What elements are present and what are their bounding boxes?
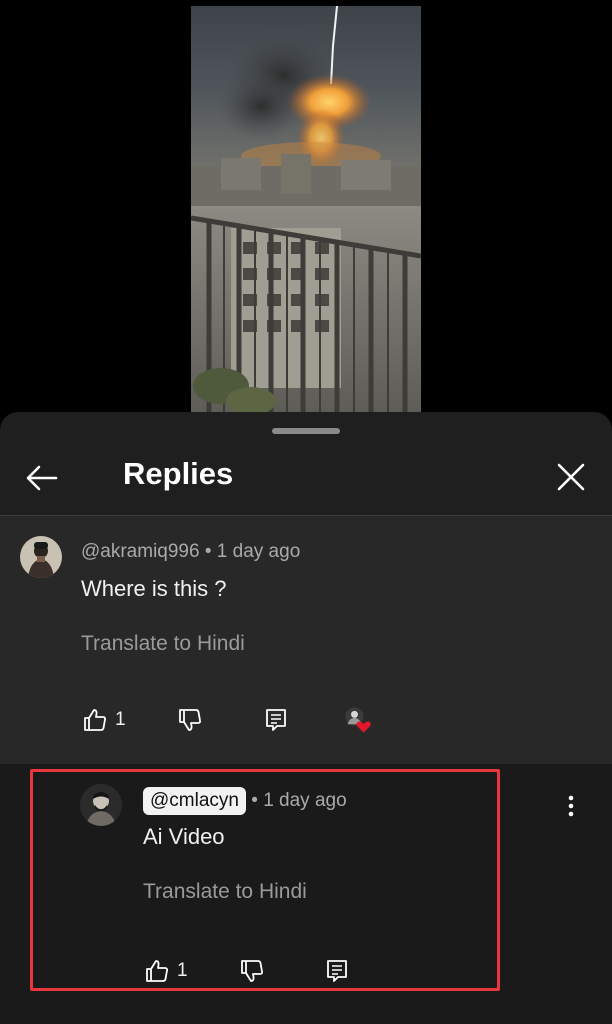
close-icon[interactable] xyxy=(552,458,590,496)
translate-link[interactable]: Translate to Hindi xyxy=(81,632,245,656)
reply-comment: @cmlacyn • 1 day ago Ai Video Translate … xyxy=(0,764,612,1024)
parent-comment: @akramiq996 • 1 day ago Where is this ? … xyxy=(0,516,612,764)
comment-time: 1 day ago xyxy=(263,790,347,811)
like-count: 1 xyxy=(115,709,126,730)
page-title: Replies xyxy=(123,456,234,491)
avatar[interactable] xyxy=(20,536,62,578)
author-handle[interactable]: @akramiq996 xyxy=(81,541,200,562)
meta-separator: • xyxy=(204,541,212,562)
thumbs-down-icon xyxy=(179,709,201,731)
comment-time: 1 day ago xyxy=(216,541,301,562)
like-button[interactable]: 1 xyxy=(143,957,188,985)
meta-separator: • xyxy=(251,790,258,811)
arrow-left-icon[interactable] xyxy=(22,458,62,498)
thumbs-up-icon xyxy=(146,960,168,982)
translate-link[interactable]: Translate to Hindi xyxy=(143,880,307,904)
thumbs-up-icon xyxy=(84,709,106,731)
reply-icon xyxy=(327,960,347,982)
thumbs-down-icon xyxy=(241,960,263,982)
like-button[interactable]: 1 xyxy=(81,706,126,734)
sheet-header: Replies xyxy=(0,438,612,516)
reply-icon xyxy=(266,709,286,731)
comment-text: Ai Video xyxy=(143,824,225,849)
reply-button[interactable] xyxy=(323,957,351,985)
author-handle[interactable]: @cmlacyn xyxy=(143,787,246,815)
replies-sheet: Replies @akramiq996 • 1 day ago Where is… xyxy=(0,412,612,1024)
creator-heart xyxy=(344,706,372,734)
dislike-button[interactable] xyxy=(238,957,266,985)
video-player[interactable] xyxy=(0,0,612,420)
reply-button[interactable] xyxy=(262,706,290,734)
sheet-drag-handle[interactable] xyxy=(272,428,340,434)
video-scene-image xyxy=(191,6,421,414)
avatar[interactable] xyxy=(80,784,122,826)
dislike-button[interactable] xyxy=(176,706,204,734)
comment-meta: @akramiq996 • 1 day ago xyxy=(81,541,300,563)
comment-meta: @cmlacyn • 1 day ago xyxy=(143,787,347,815)
comment-text: Where is this ? xyxy=(81,576,227,601)
creator-heart-icon xyxy=(345,707,371,733)
more-vertical-icon[interactable] xyxy=(559,792,583,820)
video-thumbnail[interactable] xyxy=(191,6,421,414)
like-count: 1 xyxy=(177,960,188,981)
